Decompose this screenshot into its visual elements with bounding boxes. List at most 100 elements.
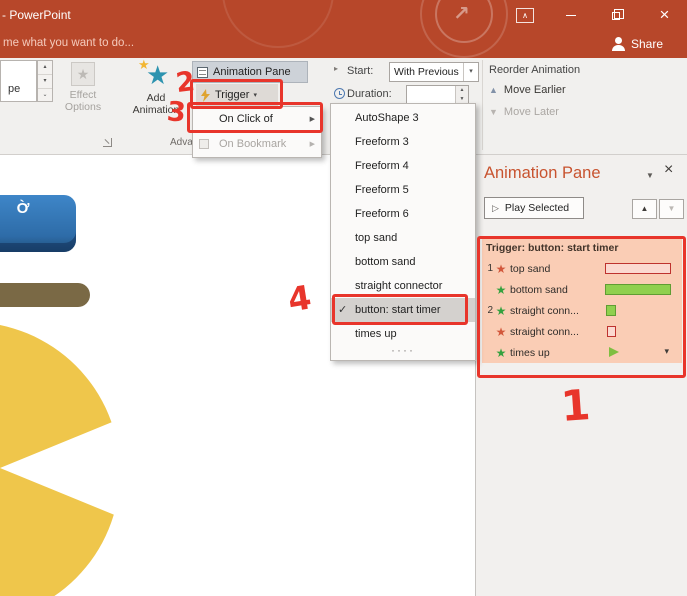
spinner-arrows: ▲ ▼	[455, 86, 468, 104]
submenu-arrow-icon: ▶	[309, 141, 315, 148]
menu-item-freeform-6[interactable]: Freeform 6	[331, 202, 475, 226]
add-animation-button[interactable]: ★ ★ Add Animation	[124, 57, 188, 140]
trigger-dropdown-menu: On Click of ▶ On Bookmark ▶	[192, 106, 322, 158]
effect-options-label-2: Options	[64, 101, 102, 113]
move-earlier-label: Move Earlier	[503, 84, 566, 96]
pane-options-chevron-icon[interactable]: ▼	[646, 171, 654, 180]
trigger-shape-submenu: AutoShape 3 Freeform 3 Freeform 4 Freefo…	[330, 103, 476, 361]
animation-pane-title: Animation Pane	[484, 164, 601, 182]
start-dropdown-value: With Previous	[394, 66, 459, 78]
start-dropdown[interactable]: With Previous ▾	[389, 62, 479, 82]
entrance-star-icon: ★	[495, 345, 507, 360]
submenu-arrow-icon: ▶	[309, 116, 315, 123]
tell-me-box[interactable]: me what you want to do...	[3, 37, 134, 49]
menu-item-freeform-3[interactable]: Freeform 3	[331, 130, 475, 154]
reorder-animation-title: Reorder Animation	[489, 64, 581, 76]
timeline-bar[interactable]	[605, 284, 671, 295]
spin-up-icon[interactable]: ▲	[456, 86, 468, 95]
on-click-of-label: On Click of	[219, 113, 273, 125]
titlebar-decoration-circle	[222, 0, 334, 48]
gallery-scroll-up-icon[interactable]: ▴	[38, 61, 52, 75]
lightning-icon	[201, 88, 210, 102]
effect-options-label-1: Effect	[69, 89, 97, 101]
big-star-icon: ★	[146, 60, 170, 90]
animation-label: straight conn...	[510, 325, 579, 338]
animation-pane-icon	[197, 66, 208, 78]
minimize-button[interactable]	[548, 0, 593, 30]
menu-item-on-bookmark[interactable]: On Bookmark ▶	[193, 132, 321, 157]
triangle-up-icon: ▲	[489, 85, 498, 95]
trigger-button-label: Trigger	[215, 89, 250, 101]
clock-icon	[334, 88, 345, 99]
animation-pane-panel: Animation Pane ▼ × ▷ Play Selected ▲ ▼ T…	[475, 155, 687, 596]
play-selected-button[interactable]: ▷ Play Selected	[484, 197, 584, 219]
on-bookmark-label: On Bookmark	[219, 138, 287, 150]
duration-spinner[interactable]: ▲ ▼	[406, 85, 469, 105]
button-start-timer-label: button: start timer	[355, 304, 441, 316]
share-button[interactable]: Share	[612, 32, 684, 56]
pane-move-up-button[interactable]: ▲	[632, 199, 657, 219]
menu-item-bottom-sand[interactable]: bottom sand	[331, 250, 475, 274]
menu-item-autoshape-3[interactable]: AutoShape 3	[331, 106, 475, 130]
row-dropdown-chevron-icon[interactable]: ▾	[664, 346, 669, 357]
timeline-bar[interactable]	[605, 263, 671, 274]
menu-scroll-dots[interactable]: ····	[331, 344, 475, 358]
move-later-label: Move Later	[503, 106, 559, 118]
play-selected-label: Play Selected	[504, 202, 570, 214]
animation-row-times-up[interactable]: ★ times up ▾	[482, 342, 682, 363]
menu-item-straight-connector[interactable]: straight connector	[331, 274, 475, 298]
start-icon: ▸	[334, 64, 339, 73]
share-label: Share	[631, 37, 664, 51]
slide-button-text: Ờ	[16, 200, 30, 217]
exit-star-icon: ★	[495, 261, 507, 276]
entrance-star-icon: ★	[495, 303, 507, 318]
timeline-bar[interactable]	[607, 326, 616, 337]
move-earlier-button[interactable]: ▲ Move Earlier	[489, 84, 566, 96]
trigger-play-triangle-icon	[609, 347, 619, 357]
animation-gallery[interactable]: pe	[0, 60, 37, 102]
animation-row-straight-connector-2[interactable]: ★ straight conn...	[482, 321, 682, 342]
animation-label: times up	[510, 346, 550, 359]
animation-row-top-sand[interactable]: 1 ★ top sand	[482, 258, 682, 279]
move-later-button[interactable]: ▼ Move Later	[489, 106, 559, 118]
titlebar-decoration-arrow-icon: ↗	[453, 3, 470, 25]
animation-row-straight-connector-1[interactable]: 2 ★ straight conn...	[482, 300, 682, 321]
ribbon-display-options-icon[interactable]: ∧	[516, 8, 534, 23]
add-animation-label-1: Add	[146, 92, 166, 104]
close-button[interactable]: ×	[642, 0, 687, 30]
minimize-icon	[565, 14, 576, 16]
menu-item-freeform-5[interactable]: Freeform 5	[331, 178, 475, 202]
trigger-button[interactable]: Trigger ▾	[196, 84, 278, 106]
menu-item-on-click-of[interactable]: On Click of ▶	[193, 107, 321, 132]
effect-options-button[interactable]: ★ Effect Options	[56, 60, 110, 138]
menu-item-top-sand[interactable]: top sand	[331, 226, 475, 250]
menu-item-times-up[interactable]: times up	[331, 322, 475, 346]
add-animation-star-icon: ★ ★	[138, 57, 172, 92]
restore-button[interactable]	[593, 0, 638, 30]
powerpoint-window: ↗ - PowerPoint ∧ × me what you want to d…	[0, 0, 687, 596]
animation-pane-button[interactable]: Animation Pane	[192, 61, 308, 83]
effect-options-icon: ★	[71, 62, 95, 86]
animation-gallery-scroll: ▴ ▾ ⌄	[37, 60, 53, 102]
title-bar: ↗ - PowerPoint ∧ × me what you want to d…	[0, 0, 687, 58]
sequence-number: 1	[487, 263, 493, 274]
gallery-scroll-down-icon[interactable]: ▾	[38, 75, 52, 89]
slide-blue-button-shape[interactable]: Ờ	[0, 195, 76, 252]
animation-pane-button-label: Animation Pane	[213, 66, 291, 78]
animation-row-bottom-sand[interactable]: ★ bottom sand	[482, 279, 682, 300]
gallery-more-icon[interactable]: ⌄	[38, 89, 52, 102]
animation-label: bottom sand	[510, 283, 568, 296]
menu-item-button-start-timer[interactable]: ✓ button: start timer	[331, 298, 475, 322]
dialog-launcher-icon[interactable]	[103, 138, 112, 147]
person-icon	[612, 37, 626, 51]
duration-label: Duration:	[347, 88, 392, 100]
advanced-animation-group-label: Adva	[170, 137, 193, 148]
slide-brown-bar-shape[interactable]	[0, 283, 90, 307]
trigger-group-header[interactable]: Trigger: button: start timer	[482, 239, 682, 258]
chevron-down-icon[interactable]: ▾	[463, 63, 478, 81]
timeline-bar[interactable]	[606, 305, 616, 316]
group-separator	[482, 60, 483, 150]
pane-close-icon[interactable]: ×	[664, 161, 673, 179]
pane-move-down-button[interactable]: ▼	[659, 199, 684, 219]
menu-item-freeform-4[interactable]: Freeform 4	[331, 154, 475, 178]
